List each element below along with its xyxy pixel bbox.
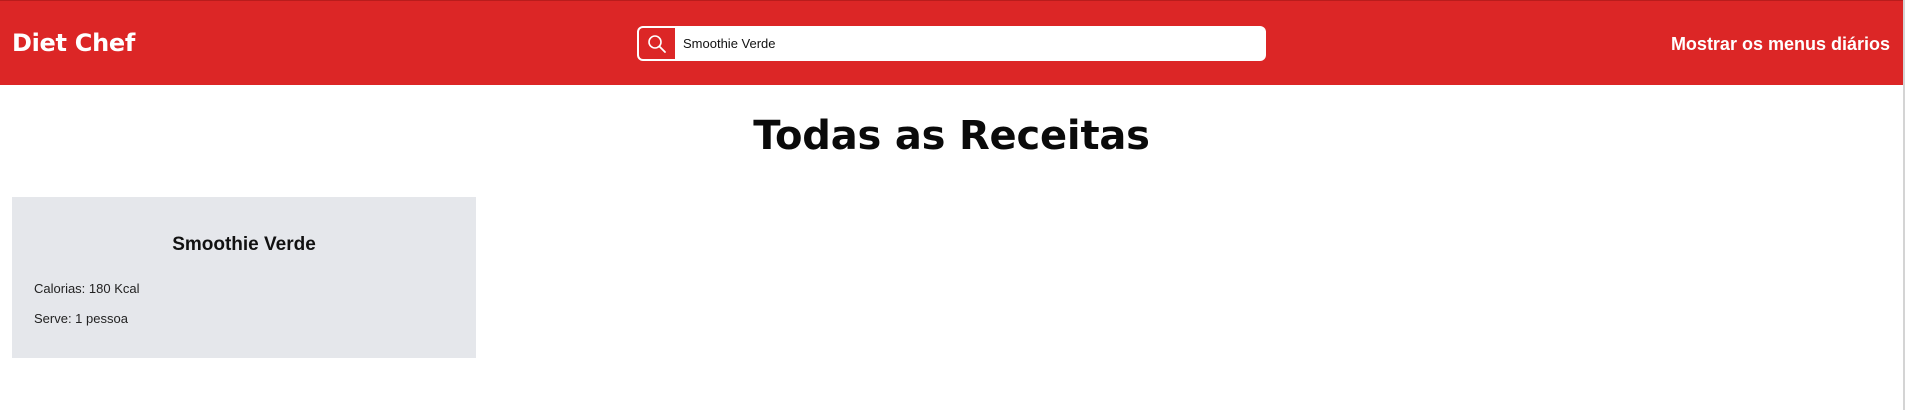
brand-logo[interactable]: Diet Chef <box>12 28 135 58</box>
search-bar <box>637 26 1266 61</box>
search-icon <box>648 35 666 53</box>
recipe-calories: Calorias: 180 Kcal <box>34 281 140 296</box>
search-input[interactable] <box>683 26 1253 61</box>
page-title: Todas as Receitas <box>753 113 1150 159</box>
show-daily-menus-link[interactable]: Mostrar os menus diários <box>1671 33 1890 55</box>
search-button[interactable] <box>639 28 675 59</box>
recipe-card[interactable]: Smoothie Verde Calorias: 180 Kcal Serve:… <box>12 197 476 358</box>
page: Diet Chef Mostrar os menus diários Todas… <box>0 0 1905 410</box>
recipe-servings: Serve: 1 pessoa <box>34 311 128 326</box>
top-navbar: Diet Chef Mostrar os menus diários <box>0 0 1903 85</box>
recipe-title: Smoothie Verde <box>172 234 316 255</box>
